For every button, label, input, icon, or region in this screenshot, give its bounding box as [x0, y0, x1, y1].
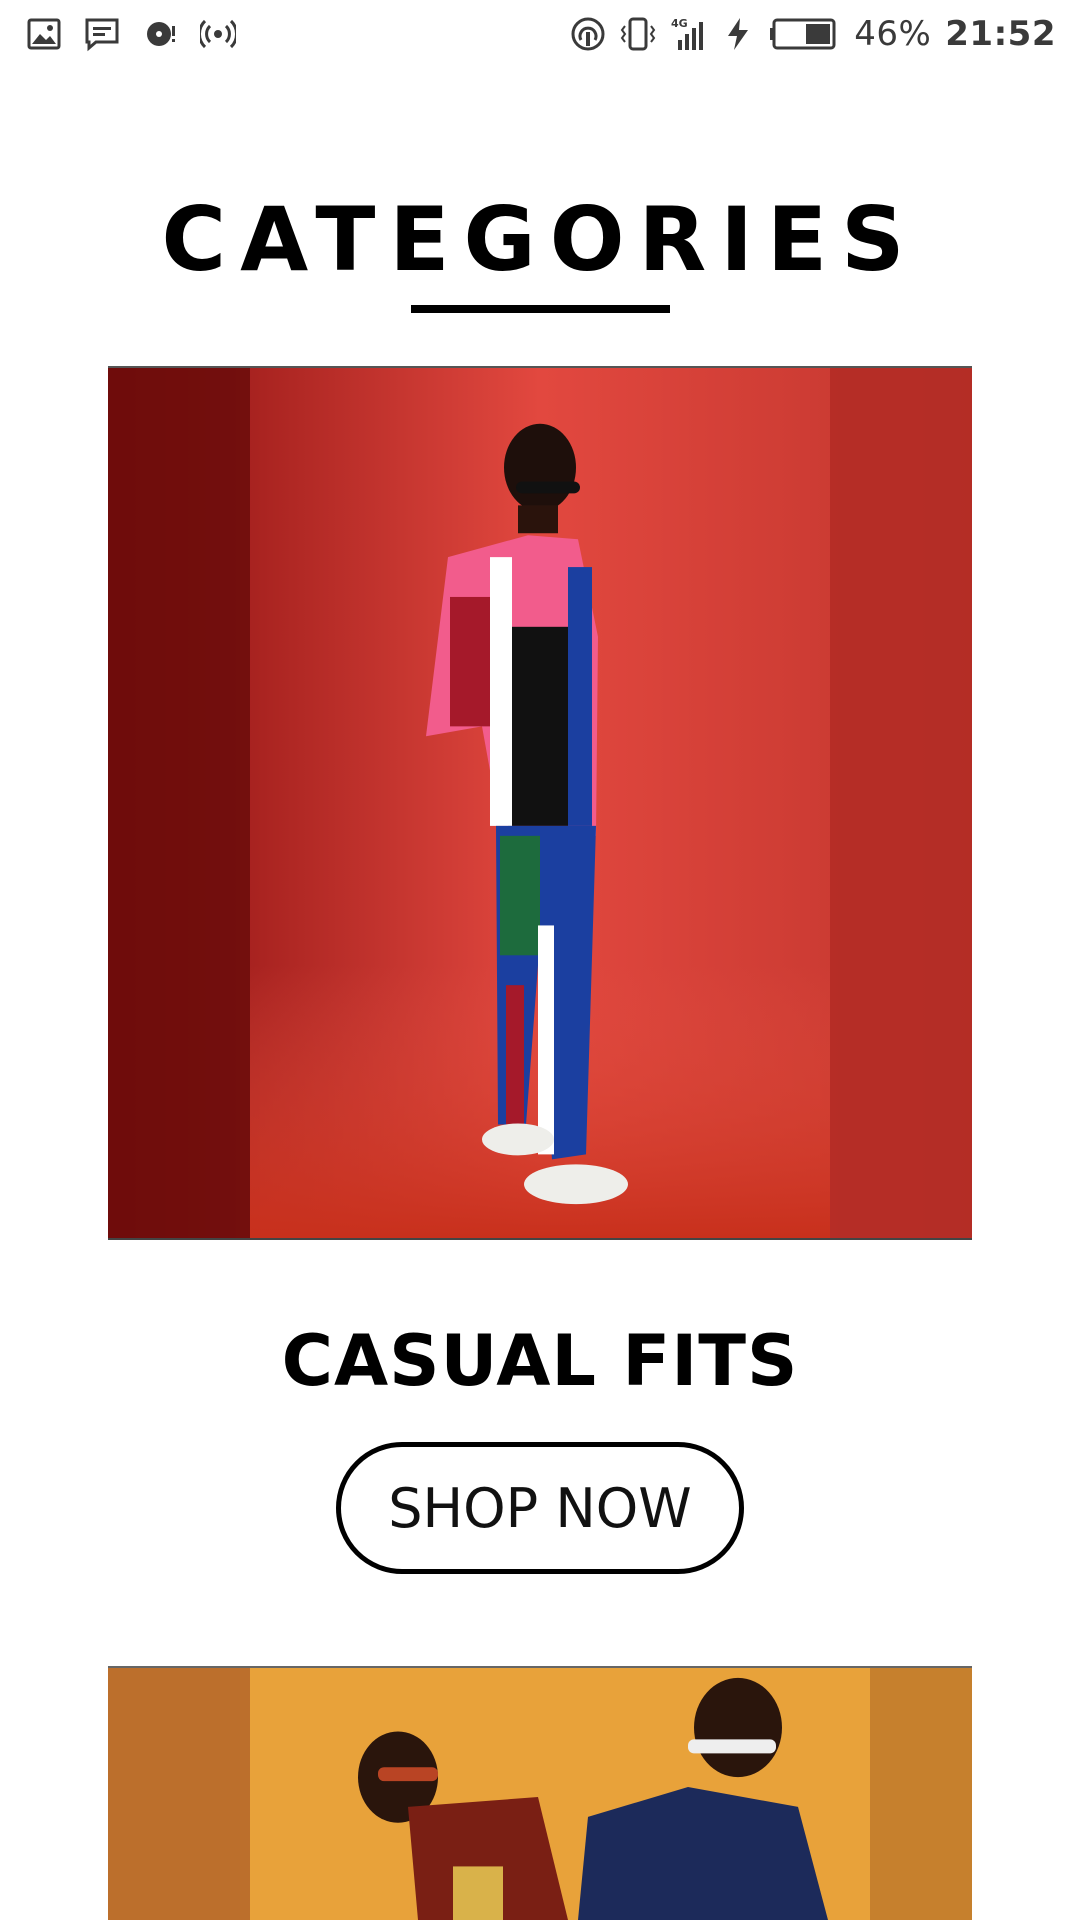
- page-title: CATEGORIES: [161, 188, 919, 291]
- hotspot-icon: [200, 16, 236, 52]
- charging-icon: [720, 16, 756, 52]
- vibrate-icon: [620, 16, 656, 52]
- image-icon: [26, 16, 62, 52]
- status-time: 21:52: [945, 14, 1056, 54]
- status-bar-left: [26, 16, 236, 52]
- status-bar: 4G 46% 21:52: [0, 0, 1080, 72]
- svg-text:4G: 4G: [671, 17, 688, 30]
- battery-icon: [770, 16, 840, 52]
- status-bar-right: 4G 46% 21:52: [570, 14, 1056, 54]
- title-underline: [411, 305, 670, 313]
- shop-now-button[interactable]: SHOP NOW: [336, 1442, 744, 1574]
- message-icon: [84, 16, 120, 52]
- music-icon: [142, 16, 178, 52]
- category-image-second[interactable]: [108, 1666, 972, 1920]
- category-title: CASUAL FITS: [281, 1320, 799, 1402]
- category-image-casual-fits[interactable]: [108, 366, 972, 1240]
- signal-4g-icon: 4G: [670, 16, 706, 52]
- nfc-icon: [570, 16, 606, 52]
- battery-percent: 46%: [854, 14, 932, 54]
